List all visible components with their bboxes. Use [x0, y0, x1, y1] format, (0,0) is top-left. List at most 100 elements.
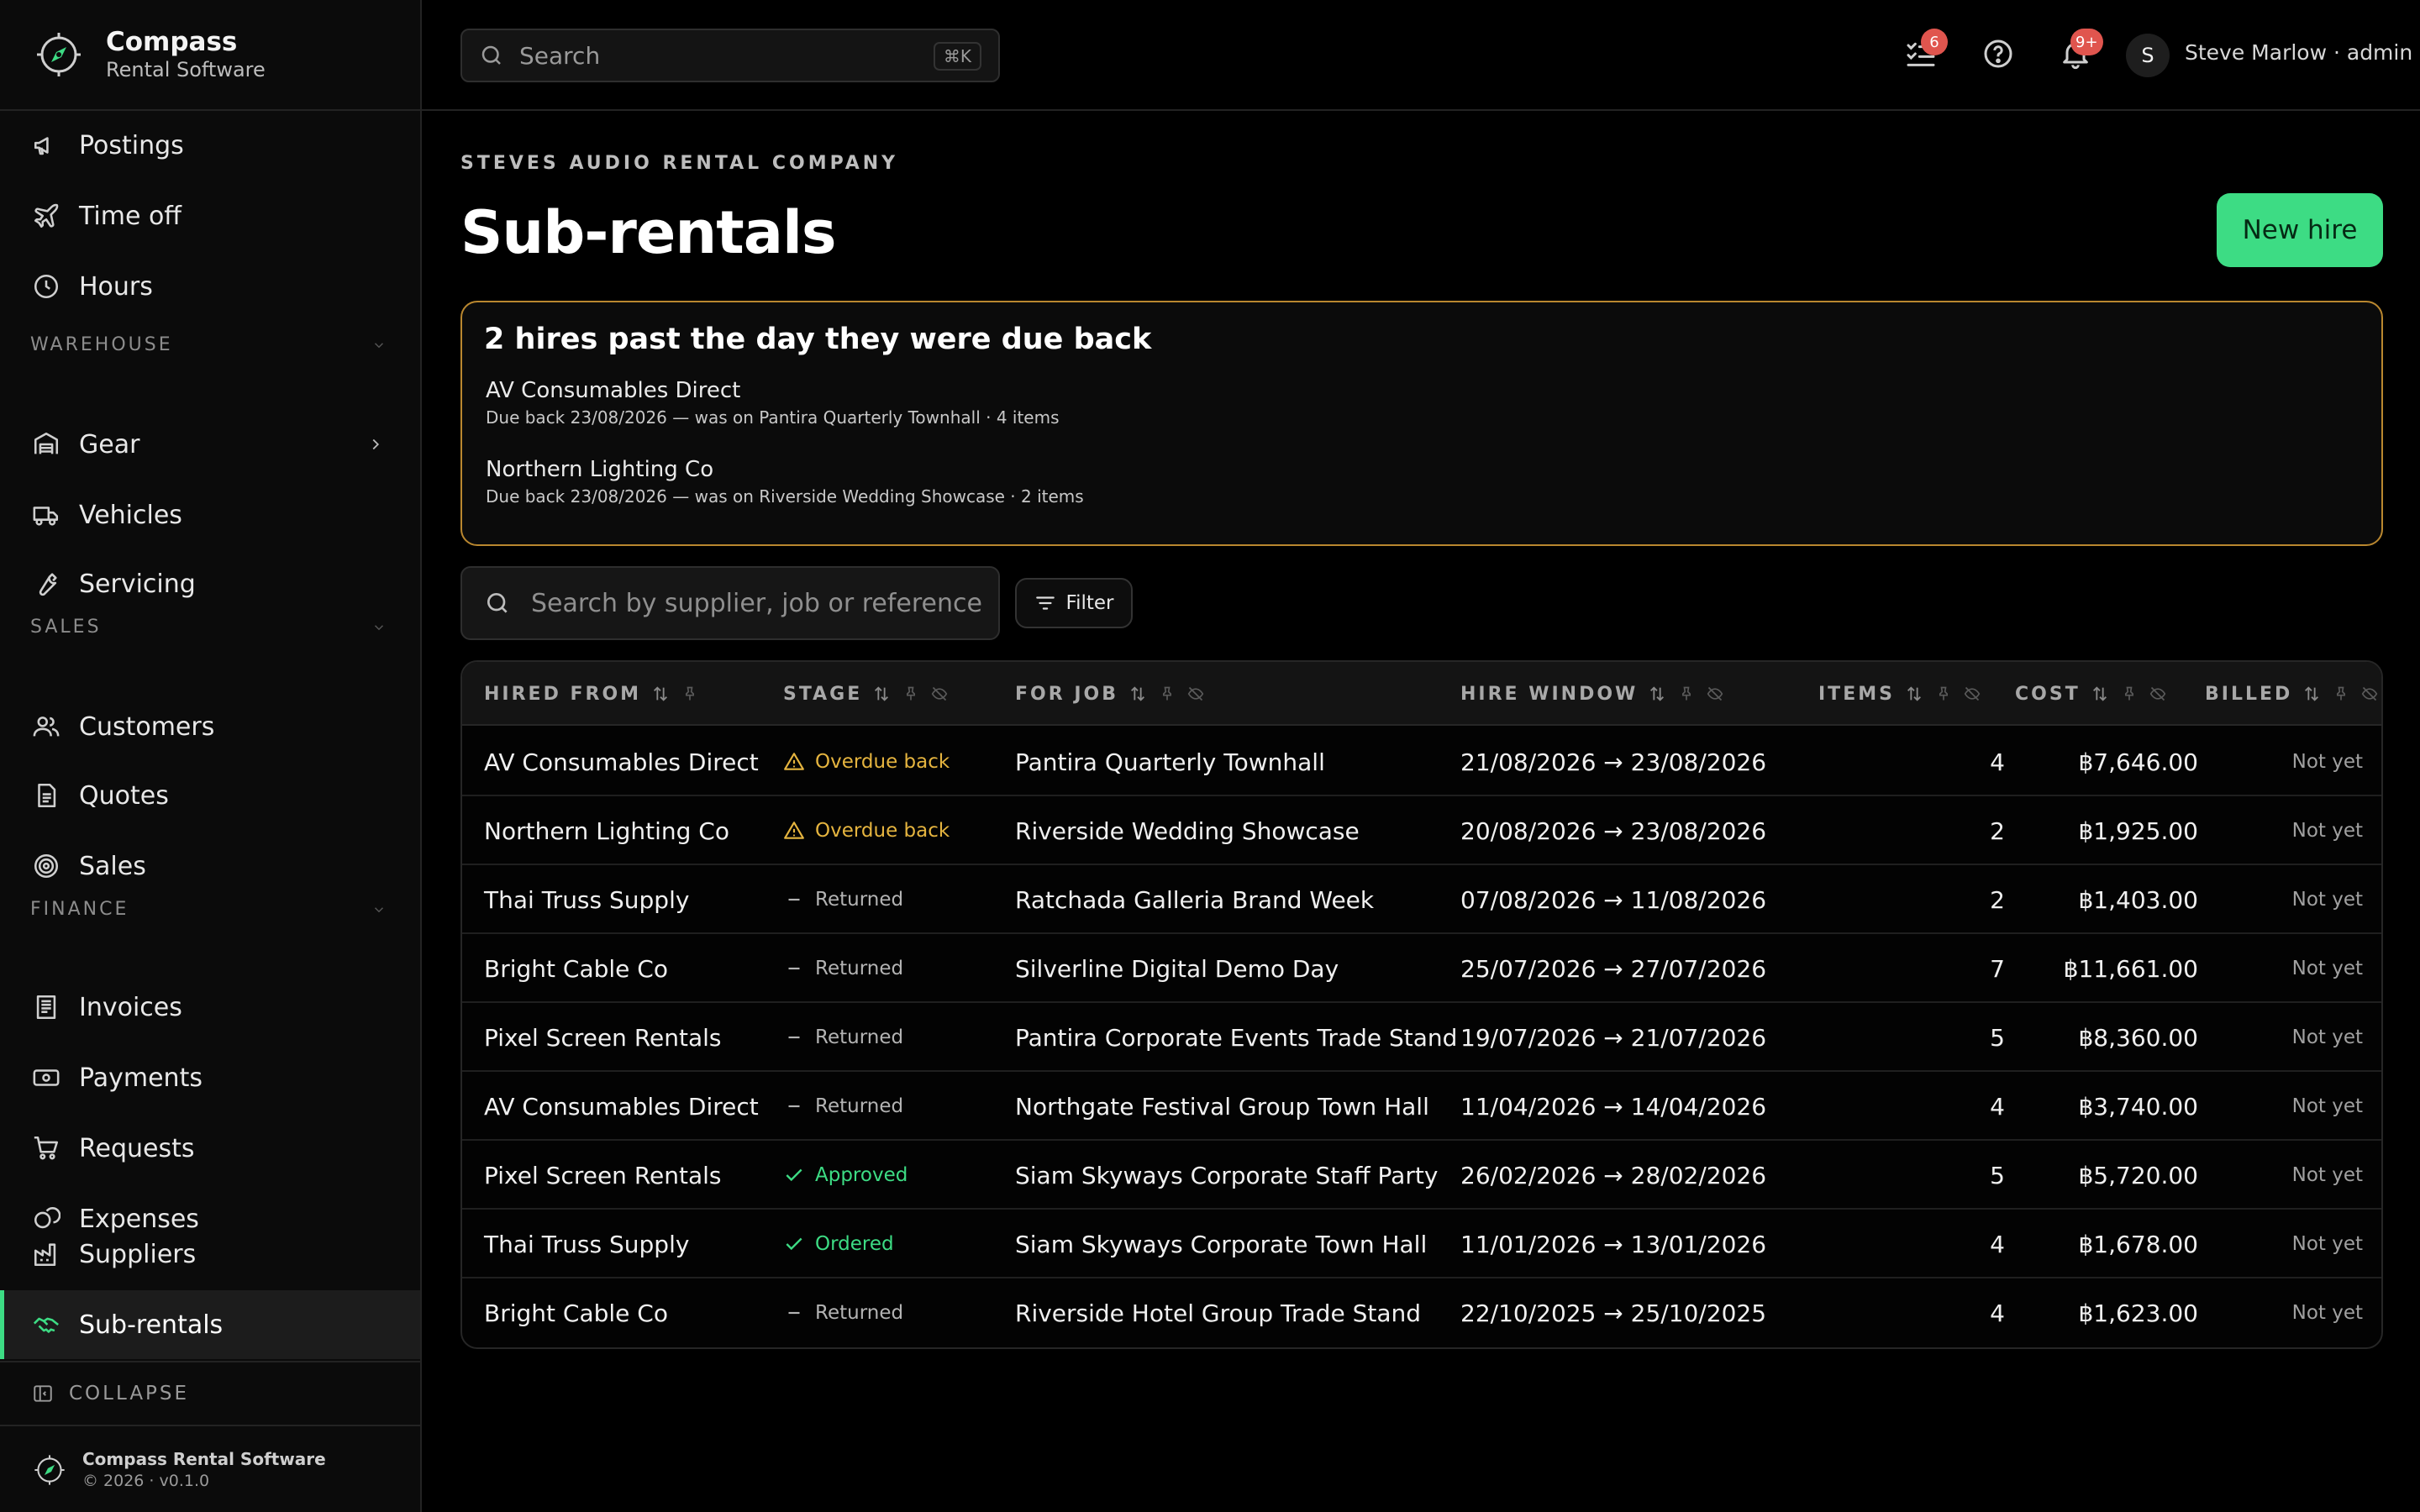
table-row[interactable]: Thai Truss Supply Ordered Siam Skyways Cor…	[462, 1210, 2381, 1278]
cell-billed: Not yet	[2291, 820, 2363, 842]
sidebar-item-label: Hours	[79, 271, 153, 302]
table-row[interactable]: Pixel Screen Rentals Returned Pantira Corp…	[462, 1003, 2381, 1072]
help-icon	[1984, 39, 2012, 68]
section-warehouse[interactable]: WAREHOUSE	[30, 334, 392, 355]
column-header-hired-from[interactable]: HIRED FROM	[484, 662, 698, 726]
table-row[interactable]: Northern Lighting Co Overdue back Riversid…	[462, 796, 2381, 865]
pin-icon[interactable]	[2333, 685, 2349, 702]
sidebar-item-hours[interactable]: Hours	[0, 252, 420, 321]
user-menu[interactable]: Steve Marlow · admin	[2185, 40, 2412, 65]
sidebar-item-suppliers[interactable]: Suppliers	[0, 1220, 420, 1289]
table-search[interactable]	[460, 566, 1000, 640]
pin-icon[interactable]	[2121, 685, 2138, 702]
sidebar-item-quotes[interactable]: Quotes	[0, 761, 420, 830]
tasks-button[interactable]: 6	[1904, 29, 1948, 71]
hide-column-icon[interactable]	[1187, 685, 1204, 702]
cell-cost: ฿1,403.00	[2078, 885, 2198, 914]
stage-label: Overdue back	[815, 751, 950, 773]
section-finance[interactable]: FINANCE	[30, 899, 392, 920]
section-sales[interactable]: SALES	[30, 617, 392, 638]
sidebar-item-customers[interactable]: Customers	[0, 692, 420, 761]
hide-column-icon[interactable]	[931, 685, 948, 702]
cell-billed: Not yet	[2291, 958, 2363, 979]
pin-icon[interactable]	[1159, 685, 1176, 702]
sidebar-item-sales[interactable]: Sales	[0, 832, 420, 900]
sidebar-item-payments[interactable]: Payments	[0, 1043, 420, 1112]
factory-icon	[34, 1243, 56, 1267]
document-icon	[38, 783, 56, 808]
pin-icon[interactable]	[1935, 685, 1952, 702]
pin-icon[interactable]	[681, 685, 698, 702]
table-row[interactable]: Bright Cable Co Returned Silverline Digita…	[462, 934, 2381, 1003]
sidebar-item-gear[interactable]: Gear	[0, 410, 420, 479]
column-header-for-job[interactable]: FOR JOB	[1015, 662, 1204, 726]
column-header-hire-window[interactable]: HIRE WINDOW	[1460, 662, 1723, 726]
column-header-items[interactable]: ITEMS	[1818, 662, 1981, 726]
banknote-icon	[33, 1069, 60, 1086]
sort-icon[interactable]	[2091, 685, 2109, 703]
cell-billed: Not yet	[2291, 889, 2363, 911]
cell-stage: Returned	[783, 1278, 903, 1347]
cell-hire-window: 20/08/2026 → 23/08/2026	[1460, 816, 1767, 845]
sidebar-item-postings[interactable]: Postings	[0, 111, 420, 180]
sidebar-collapse-icon	[34, 1385, 52, 1402]
cell-supplier: Bright Cable Co	[484, 1299, 668, 1327]
table-row[interactable]: AV Consumables Direct Overdue back Pantira…	[462, 727, 2381, 796]
table-header: HIRED FROM STAGE FOR JOB HIRE WINDOW ITE…	[462, 662, 2381, 726]
cell-items: 4	[1990, 1230, 2005, 1258]
sort-icon[interactable]	[2302, 685, 2321, 703]
cell-cost: ฿8,360.00	[2078, 1023, 2198, 1052]
sidebar-item-sub-rentals[interactable]: Sub-rentals	[0, 1290, 420, 1359]
sort-icon[interactable]	[1905, 685, 1923, 703]
hide-column-icon[interactable]	[2149, 685, 2166, 702]
collapse-button[interactable]: COLLAPSE	[0, 1361, 420, 1426]
cell-items: 2	[1990, 816, 2005, 845]
sidebar-item-time-off[interactable]: Time off	[0, 181, 420, 250]
sort-icon[interactable]	[1648, 685, 1666, 703]
filter-button[interactable]: Filter	[1015, 578, 1133, 628]
avatar[interactable]: S	[2126, 34, 2170, 77]
sort-icon[interactable]	[1128, 685, 1147, 703]
sort-icon[interactable]	[651, 685, 670, 703]
notifications-button[interactable]: 9+	[2059, 29, 2103, 71]
sort-icon[interactable]	[872, 685, 891, 703]
table-row[interactable]: Bright Cable Co Returned Riverside Hotel G…	[462, 1278, 2381, 1347]
alert-item[interactable]: Northern Lighting Co Due back 23/08/2026…	[486, 455, 1084, 509]
new-hire-button[interactable]: New hire	[2217, 193, 2383, 267]
receipt-icon	[36, 995, 56, 1020]
table-row[interactable]: Pixel Screen Rentals Approved Siam Skyways…	[462, 1141, 2381, 1210]
help-button[interactable]	[1981, 37, 2015, 71]
sidebar-item-invoices[interactable]: Invoices	[0, 973, 420, 1042]
alert-item[interactable]: AV Consumables Direct Due back 23/08/202…	[486, 376, 1060, 430]
filter-label: Filter	[1065, 592, 1114, 614]
section-finance-label: FINANCE	[30, 899, 129, 920]
pin-icon[interactable]	[902, 685, 919, 702]
column-header-billed[interactable]: BILLED	[2205, 662, 2378, 726]
cell-cost: ฿1,925.00	[2078, 816, 2198, 845]
table-row[interactable]: AV Consumables Direct Returned Northgate F…	[462, 1072, 2381, 1141]
cell-items: 7	[1990, 954, 2005, 983]
table-row[interactable]: Thai Truss Supply Returned Ratchada Galler…	[462, 865, 2381, 934]
cell-job: Siam Skyways Corporate Town Hall	[1015, 1230, 1428, 1258]
column-header-stage[interactable]: STAGE	[783, 662, 948, 726]
brand[interactable]: Compass Rental Software	[0, 0, 420, 111]
global-search[interactable]: ⌘K	[460, 29, 1000, 82]
column-header-cost[interactable]: COST	[2015, 662, 2166, 726]
hide-column-icon[interactable]	[2361, 685, 2378, 702]
sidebar-item-requests[interactable]: Requests	[0, 1114, 420, 1183]
sidebar-item-label: Suppliers	[79, 1239, 197, 1269]
cell-items: 5	[1990, 1023, 2005, 1052]
tasks-badge: 6	[1921, 29, 1948, 55]
pin-icon[interactable]	[1678, 685, 1695, 702]
cell-stage: Overdue back	[783, 796, 950, 865]
hide-column-icon[interactable]	[1707, 685, 1723, 702]
global-search-input[interactable]	[519, 41, 914, 70]
sidebar-item-label: Sales	[79, 851, 146, 881]
sidebar-item-servicing[interactable]: Servicing	[0, 549, 420, 618]
hide-column-icon[interactable]	[1964, 685, 1981, 702]
sidebar-item-vehicles[interactable]: Vehicles	[0, 480, 420, 549]
stage-label: Approved	[815, 1164, 908, 1186]
cell-hire-window: 11/04/2026 → 14/04/2026	[1460, 1092, 1767, 1121]
table-search-input[interactable]	[531, 588, 985, 618]
cell-supplier: Pixel Screen Rentals	[484, 1161, 722, 1189]
